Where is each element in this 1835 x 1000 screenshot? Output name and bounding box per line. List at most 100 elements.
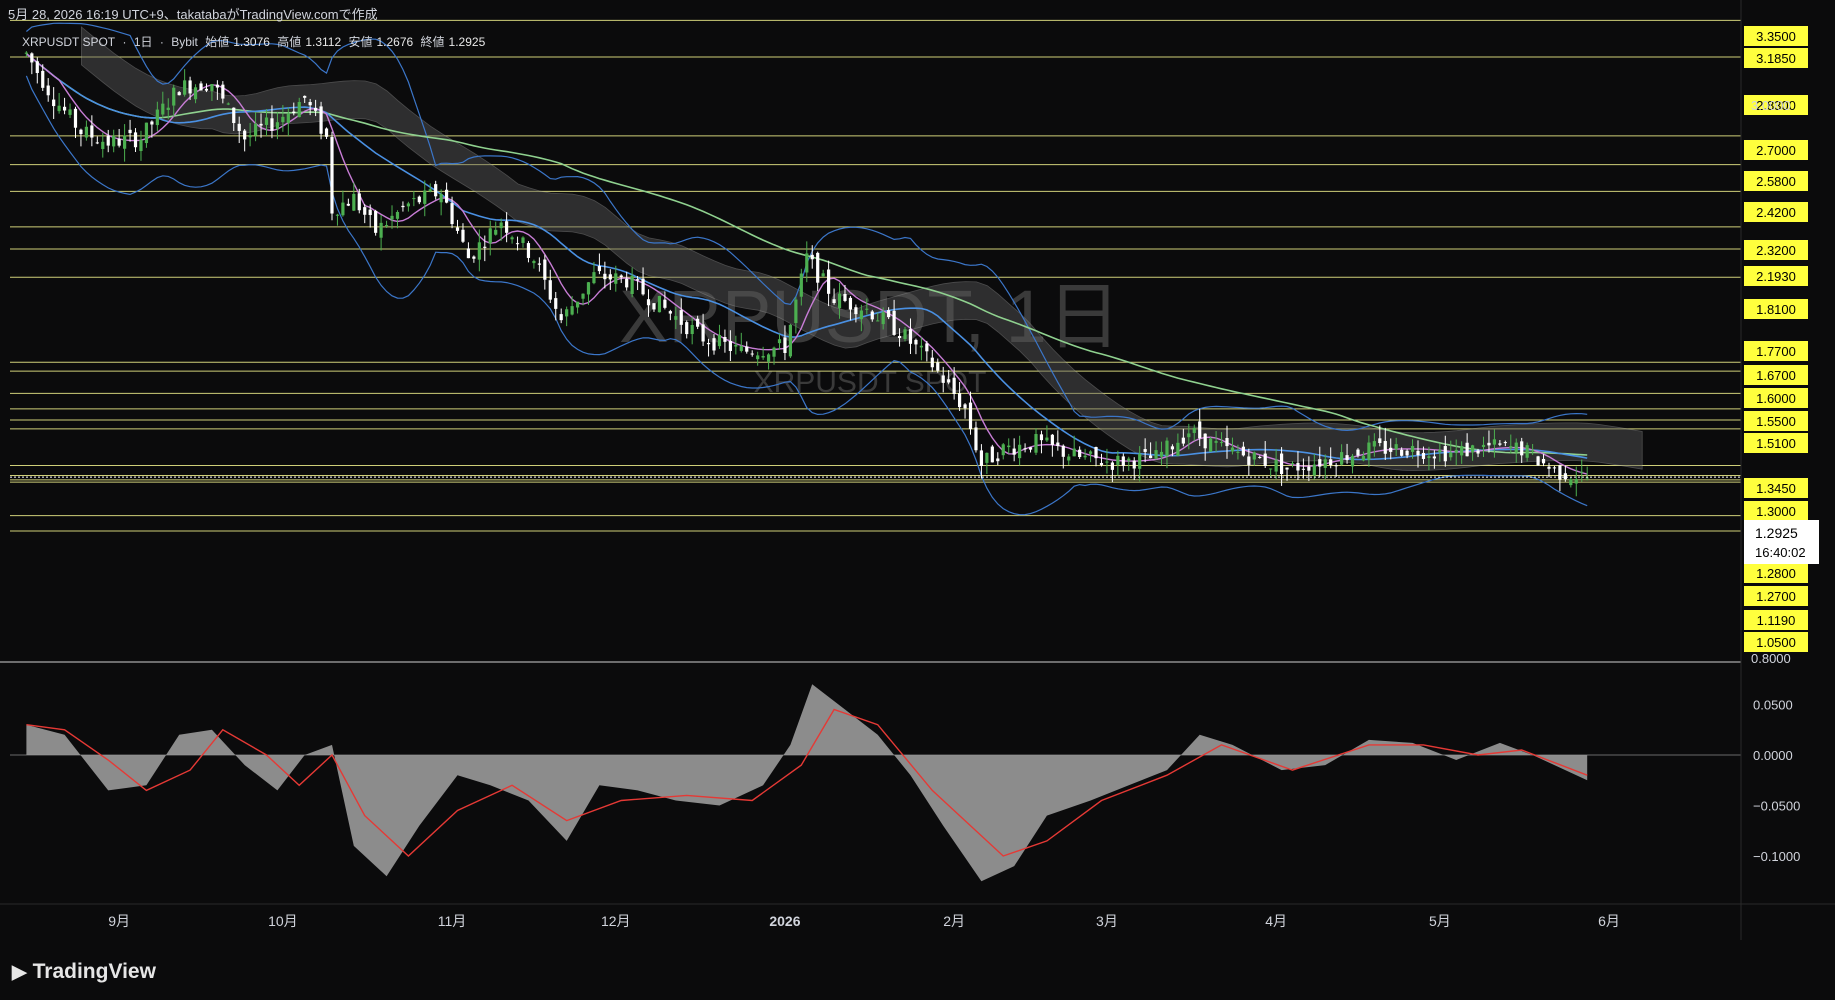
candle-body: [543, 259, 547, 280]
candle-body: [1569, 479, 1573, 486]
brand-logo[interactable]: ▶ TradingView: [12, 960, 156, 984]
time-tick: 4月: [1265, 913, 1287, 929]
candle-body: [330, 137, 334, 214]
candle-body: [1334, 465, 1338, 467]
candle-body: [641, 278, 645, 295]
candle-body: [619, 275, 623, 278]
candle-body: [221, 84, 225, 99]
price-tick: 0.8000: [1751, 651, 1791, 666]
candle-body: [652, 303, 656, 310]
candle-body: [701, 324, 705, 342]
candle-body: [706, 342, 711, 345]
price-tick: 3.0000: [1751, 98, 1791, 113]
candle-body: [1088, 451, 1093, 454]
candle-body: [1105, 461, 1109, 463]
candle-body: [401, 205, 405, 208]
candle-body: [1203, 433, 1207, 449]
candle-body: [925, 343, 929, 352]
candle-body: [597, 265, 602, 272]
candle-body: [636, 279, 640, 281]
candle-body: [172, 87, 176, 106]
candle-body: [881, 312, 885, 325]
candle-body: [101, 141, 105, 149]
candle-body: [1198, 421, 1202, 439]
candle-body: [816, 252, 820, 283]
candle-body: [930, 357, 934, 368]
candle-body: [783, 337, 787, 354]
candle-body: [1421, 452, 1426, 459]
candle-body: [1405, 450, 1409, 456]
candle-body: [210, 84, 214, 91]
candle-body: [630, 275, 634, 295]
candle-body: [843, 293, 847, 301]
candle-body: [608, 274, 612, 280]
symbol-name[interactable]: XRPUSDT SPOT: [22, 35, 115, 49]
candle-body: [570, 306, 574, 315]
candle-body: [854, 307, 858, 315]
candle-body: [133, 132, 138, 148]
candle-body: [903, 329, 907, 339]
exchange: Bybit: [171, 35, 198, 49]
level-label: 1.0500: [1756, 635, 1796, 650]
candle-body: [750, 353, 754, 355]
candle-body: [1547, 466, 1551, 469]
level-label: 2.7000: [1756, 143, 1796, 158]
candle-body: [603, 273, 607, 280]
candle-body: [1187, 433, 1191, 438]
candle-body: [1258, 456, 1262, 458]
candle-body: [128, 129, 132, 134]
candle-body: [963, 404, 967, 409]
candle-body: [936, 362, 940, 371]
candle-body: [1400, 449, 1404, 456]
candle-body: [1083, 455, 1087, 458]
level-label: 1.8100: [1756, 302, 1796, 317]
candle-body: [423, 190, 427, 204]
candle-body: [494, 229, 498, 235]
candle-body: [434, 184, 438, 197]
level-label: 1.6000: [1756, 391, 1796, 406]
candle-body: [281, 116, 285, 123]
candle-body: [341, 202, 345, 216]
candle-body: [668, 311, 672, 314]
candle-body: [24, 52, 28, 54]
time-tick: 5月: [1429, 913, 1451, 929]
candle-body: [1219, 442, 1224, 444]
candle-body: [772, 347, 776, 357]
candle-body: [1323, 459, 1327, 468]
candle-body: [193, 87, 198, 100]
candle-body: [1372, 441, 1376, 447]
candle-body: [1050, 434, 1054, 445]
candle-body: [1307, 466, 1311, 471]
time-tick: 2月: [943, 913, 965, 929]
candle-body: [1367, 442, 1371, 460]
candle-body: [1067, 456, 1071, 461]
candle-body: [352, 193, 356, 211]
candle-body: [368, 209, 372, 215]
candle-body: [1514, 442, 1518, 453]
candle-body: [1143, 449, 1147, 452]
time-tick: 10月: [268, 913, 298, 929]
price-tag-value: 1.2925: [1755, 525, 1798, 541]
candle-body: [510, 237, 514, 240]
candle-body: [199, 83, 203, 91]
candle-body: [444, 189, 449, 203]
candle-body: [226, 103, 230, 105]
candle-body: [990, 446, 994, 463]
candle-body: [335, 214, 340, 216]
candle-body: [499, 222, 503, 229]
candle-body: [745, 346, 749, 352]
candle-body: [1536, 456, 1540, 466]
oscillator-pane: [10, 684, 1741, 882]
candle-body: [52, 99, 56, 107]
interval[interactable]: 1日: [134, 35, 153, 49]
candle-body: [1443, 446, 1447, 462]
candle-body: [461, 229, 465, 242]
osc-tick: −0.0500: [1753, 799, 1800, 814]
level-label: 1.2700: [1756, 589, 1796, 604]
candle-body: [275, 122, 280, 129]
candle-body: [979, 450, 984, 466]
candle-body: [1209, 438, 1213, 452]
candle-body: [259, 123, 263, 126]
chart-canvas[interactable]: XRPUSDT, 1日 XRPUSDT SPOT 3.35003.18502.8…: [0, 0, 1835, 1000]
candle-body: [1432, 456, 1436, 459]
